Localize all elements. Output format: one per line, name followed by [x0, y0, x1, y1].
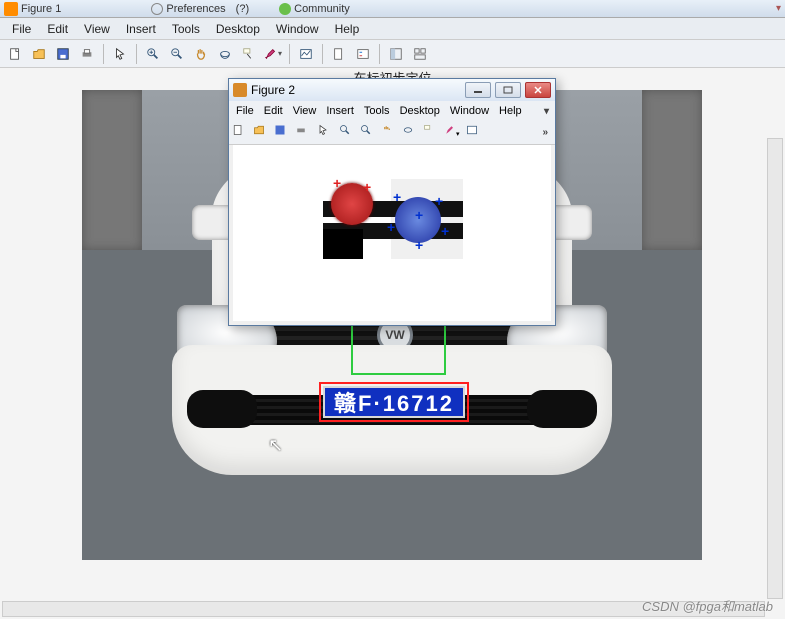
help-mark-icon: (?) — [236, 3, 249, 15]
print-icon[interactable] — [295, 123, 315, 143]
pan-hand-icon[interactable] — [190, 43, 212, 65]
window-title: Figure 1 — [21, 3, 61, 15]
zoom-out-icon[interactable] — [166, 43, 188, 65]
brush-icon[interactable]: ▾ — [262, 43, 284, 65]
maximize-button[interactable] — [495, 82, 521, 98]
close-button[interactable] — [525, 82, 551, 98]
layout-icon[interactable] — [409, 43, 431, 65]
zoom-out-icon[interactable] — [360, 123, 380, 143]
data-cursor-icon[interactable] — [238, 43, 260, 65]
figure-2-titlebar[interactable]: Figure 2 — [229, 79, 555, 101]
fog-lamp-left — [187, 390, 257, 428]
toolbar-separator — [136, 44, 137, 64]
pointer-icon[interactable] — [109, 43, 131, 65]
window-control-hint: ▾ — [776, 3, 781, 14]
dock-icon[interactable] — [385, 43, 407, 65]
community-icon — [279, 3, 291, 15]
pan-hand-icon[interactable] — [381, 123, 401, 143]
legend-icon[interactable] — [352, 43, 374, 65]
toolbar-separator — [289, 44, 290, 64]
matlab-icon — [4, 2, 18, 16]
figure-2-title: Figure 2 — [251, 83, 295, 97]
print-icon[interactable] — [76, 43, 98, 65]
link-plot-icon[interactable] — [295, 43, 317, 65]
sub-menu-desktop[interactable]: Desktop — [395, 104, 445, 118]
sub-menu-insert[interactable]: Insert — [321, 104, 359, 118]
save-icon[interactable] — [274, 123, 294, 143]
brush-icon[interactable]: ▾ — [444, 123, 464, 143]
logo-crop-image: + + + + + + + + — [323, 179, 463, 259]
sub-menu-view[interactable]: View — [288, 104, 322, 118]
menu-edit[interactable]: Edit — [39, 20, 76, 38]
matlab-icon — [233, 83, 247, 97]
vertical-scrollbar[interactable] — [767, 138, 783, 599]
sub-menu-window[interactable]: Window — [445, 104, 494, 118]
menu-file[interactable]: File — [4, 20, 39, 38]
sub-menu-edit[interactable]: Edit — [259, 104, 288, 118]
fog-lamp-right — [527, 390, 597, 428]
toolbar-separator — [322, 44, 323, 64]
gear-icon — [151, 3, 163, 15]
open-folder-icon[interactable] — [253, 123, 273, 143]
sub-menu-help[interactable]: Help — [494, 104, 527, 118]
license-plate: 赣F·16712 — [323, 386, 465, 418]
new-file-icon[interactable] — [232, 123, 252, 143]
menu-view[interactable]: View — [76, 20, 118, 38]
toolbar-separator — [379, 44, 380, 64]
minimize-button[interactable] — [465, 82, 491, 98]
save-icon[interactable] — [52, 43, 74, 65]
menu-insert[interactable]: Insert — [118, 20, 164, 38]
menu-bar: File Edit View Insert Tools Desktop Wind… — [0, 18, 785, 40]
figure-toolbar: ▾ — [0, 40, 785, 68]
figure-2-toolbar: ▾ » — [229, 121, 555, 145]
toolbar-separator — [103, 44, 104, 64]
figure-2-window[interactable]: Figure 2 File Edit View Insert Tools Des… — [228, 78, 556, 326]
app-title-bar: Figure 1 Preferences (?) Community ▾ — [0, 0, 785, 18]
zoom-in-icon[interactable] — [339, 123, 359, 143]
sub-menu-tools[interactable]: Tools — [359, 104, 395, 118]
new-file-icon[interactable] — [4, 43, 26, 65]
zoom-in-icon[interactable] — [142, 43, 164, 65]
rotate-3d-icon[interactable] — [402, 123, 422, 143]
figure-2-axes[interactable]: + + + + + + + + — [233, 145, 551, 321]
figure-2-menubar: File Edit View Insert Tools Desktop Wind… — [229, 101, 555, 121]
sub-menu-file[interactable]: File — [231, 104, 259, 118]
watermark-text: CSDN @fpga和matlab — [642, 596, 773, 615]
menu-help[interactable]: Help — [327, 20, 368, 38]
toolbar-overflow-icon[interactable]: » — [538, 127, 552, 138]
menu-desktop[interactable]: Desktop — [208, 20, 268, 38]
colorbar-icon[interactable] — [328, 43, 350, 65]
menu-window[interactable]: Window — [268, 20, 327, 38]
data-cursor-icon[interactable] — [423, 123, 443, 143]
community-link[interactable]: Community — [294, 3, 350, 15]
rotate-3d-icon[interactable] — [214, 43, 236, 65]
preferences-link[interactable]: Preferences — [166, 3, 225, 15]
pointer-icon[interactable] — [317, 123, 337, 143]
plate-detection-box: 赣F·16712 — [319, 382, 469, 422]
link-plot-icon[interactable] — [466, 123, 486, 143]
menu-tools[interactable]: Tools — [164, 20, 208, 38]
open-folder-icon[interactable] — [28, 43, 50, 65]
menu-overflow-icon[interactable]: ▾ — [540, 106, 553, 117]
